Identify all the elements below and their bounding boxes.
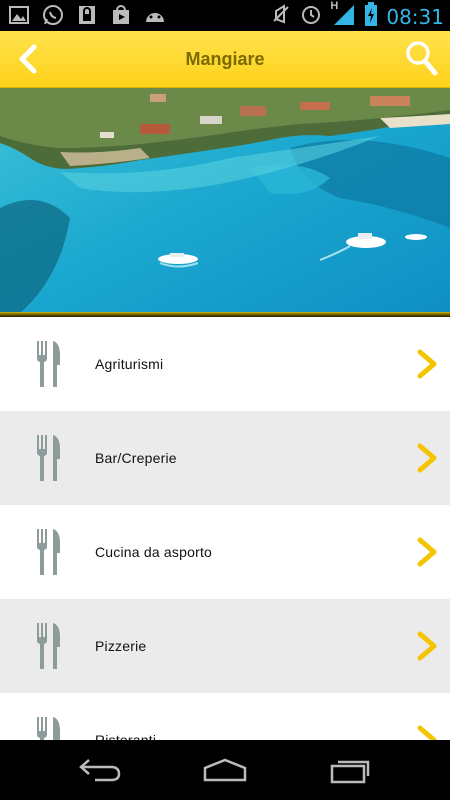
fork-knife-icon	[37, 341, 60, 387]
fork-knife-icon	[37, 529, 60, 575]
battery-icon	[364, 2, 378, 31]
nav-home-button[interactable]	[202, 756, 248, 784]
chevron-right-icon	[417, 443, 437, 473]
chevron-right-icon	[417, 725, 437, 740]
whatsapp-icon	[42, 4, 64, 26]
list-item-label: Agriturismi	[95, 356, 164, 372]
hero-image	[0, 88, 450, 313]
image-icon	[8, 4, 30, 26]
fork-knife-icon	[37, 717, 60, 740]
list-item-label: Bar/Creperie	[95, 450, 177, 466]
list-item-pizzerie[interactable]: Pizzerie	[0, 599, 450, 693]
chevron-right-icon	[417, 349, 437, 379]
fork-knife-icon	[37, 623, 60, 669]
fork-knife-icon	[37, 435, 60, 481]
bay-aerial-photo	[0, 88, 450, 313]
list-item-agriturismi[interactable]: Agriturismi	[0, 317, 450, 411]
list-item-bar-creperie[interactable]: Bar/Creperie	[0, 411, 450, 505]
search-icon	[406, 41, 438, 76]
list-item-label: Pizzerie	[95, 638, 147, 654]
home-icon	[203, 758, 247, 782]
mute-icon	[270, 3, 292, 30]
list-item-ristoranti[interactable]: Ristoranti	[0, 693, 450, 740]
yacht-3	[405, 234, 427, 240]
chevron-right-icon	[417, 537, 437, 567]
nav-back-button[interactable]	[77, 756, 123, 784]
list-item-cucina-da-asporto[interactable]: Cucina da asporto	[0, 505, 450, 599]
nav-recent-apps-button[interactable]	[328, 756, 374, 784]
category-list: Agriturismi Bar/Creperie Cucina da aspor…	[0, 317, 450, 740]
page-title: Mangiare	[185, 49, 265, 69]
clock-time: 08:31	[386, 4, 444, 29]
network-type: H	[330, 0, 339, 12]
lock-icon	[76, 4, 98, 26]
back-icon	[79, 759, 121, 782]
chevron-right-icon	[417, 631, 437, 661]
list-item-label: Ristoranti	[95, 732, 157, 740]
app-header: Mangiare	[0, 31, 450, 88]
recent-apps-icon	[330, 760, 370, 784]
signal-icon: H	[330, 0, 356, 31]
search-button[interactable]	[404, 39, 438, 79]
list-item-label: Cucina da asporto	[95, 544, 213, 560]
android-icon	[144, 4, 166, 26]
play-store-icon	[110, 4, 132, 26]
alarm-icon	[300, 3, 322, 30]
system-nav-bar	[0, 740, 450, 800]
status-bar: H 08:31	[0, 0, 450, 31]
